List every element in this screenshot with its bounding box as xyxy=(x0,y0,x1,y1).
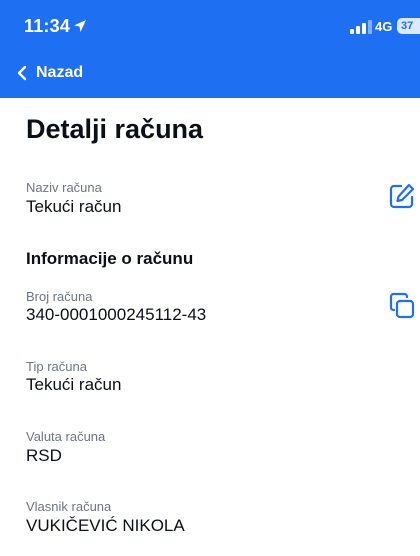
location-arrow-icon xyxy=(74,20,86,32)
copy-button[interactable] xyxy=(388,292,416,320)
copy-icon xyxy=(389,292,415,319)
edit-icon xyxy=(389,183,415,209)
status-time: 11:34 xyxy=(24,16,71,36)
account-type-value: Tekući račun xyxy=(26,375,122,394)
account-owner-label: Vlasnik računa xyxy=(26,499,112,514)
battery-level: 37 xyxy=(401,20,414,32)
account-name-value: Tekući račun xyxy=(26,197,122,216)
section-title: Informacije o računu xyxy=(26,249,194,268)
currency-label: Valuta računa xyxy=(26,429,106,444)
account-number-label: Broj računa xyxy=(26,289,93,304)
header-bar: 11:34 4G 37 Nazad xyxy=(0,0,420,98)
battery-icon: 37 xyxy=(397,18,420,34)
back-label: Nazad xyxy=(36,64,84,81)
signal-icon xyxy=(350,20,372,34)
account-owner-value: VUKIČEVIĆ NIKOLA xyxy=(26,516,185,535)
back-button[interactable]: Nazad xyxy=(14,64,83,82)
account-name-label: Naziv računa xyxy=(26,180,102,195)
account-type-label: Tip računa xyxy=(26,359,87,374)
network-type: 4G xyxy=(375,19,393,34)
page-title: Detalji računa xyxy=(26,114,204,144)
chevron-left-icon xyxy=(17,65,27,81)
status-bar: 11:34 4G 37 xyxy=(0,0,420,52)
currency-value: RSD xyxy=(26,446,62,465)
account-number-value: 340-0001000245112-43 xyxy=(26,305,207,324)
edit-button[interactable] xyxy=(388,182,416,210)
